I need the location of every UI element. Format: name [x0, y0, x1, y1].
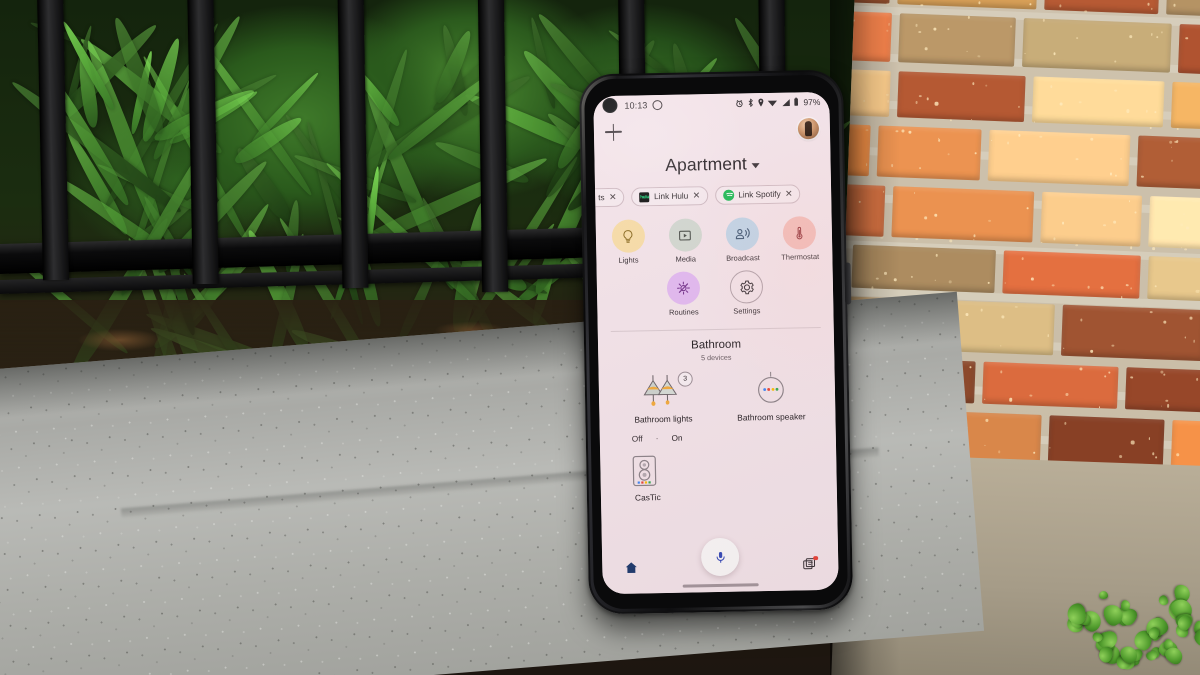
cellular-signal-icon	[782, 98, 790, 106]
quick-action-broadcast[interactable]: Broadcast	[718, 217, 767, 262]
media-play-icon	[679, 230, 692, 241]
routines-circle	[666, 271, 701, 306]
home-selector[interactable]: Apartment	[594, 152, 830, 178]
add-device-button[interactable]	[605, 123, 622, 140]
notification-dot	[813, 555, 818, 561]
suggestion-chip-row[interactable]: ts ✕ hulu Link Hulu ✕ Link Spotify ✕	[595, 184, 831, 208]
smart-speaker-round-icon	[754, 371, 789, 408]
battery-percent: 97%	[803, 96, 821, 107]
status-icons: 97%	[736, 96, 821, 108]
lights-circle	[611, 219, 645, 253]
device-castic[interactable]: CasTic	[600, 451, 837, 504]
quick-action-lights[interactable]: Lights	[604, 219, 653, 264]
nav-feed-button[interactable]	[802, 555, 818, 576]
device-label: CasTic	[634, 492, 661, 503]
broadcast-circle	[725, 217, 760, 251]
quick-action-label: Thermostat	[781, 251, 820, 262]
status-time: 10:13	[624, 99, 648, 111]
device-grid: 3 Bathroom lights Bathroom speaker	[599, 370, 836, 426]
bottom-area	[602, 537, 839, 595]
quick-actions-row-1: Lights Media Broadcast Thermostat	[604, 216, 825, 264]
toggle-separator: ·	[655, 433, 659, 444]
do-not-disturb-icon	[652, 99, 663, 110]
toggle-off-label[interactable]: Off	[632, 434, 643, 443]
device-bathroom-speaker[interactable]: Bathroom speaker	[717, 370, 826, 423]
quick-action-label: Settings	[733, 305, 761, 316]
gear-icon	[739, 280, 754, 295]
toggle-on-label[interactable]: On	[672, 433, 683, 442]
thermostat-circle	[782, 216, 817, 250]
broadcast-icon	[735, 228, 750, 240]
chip-link-spotify[interactable]: Link Spotify ✕	[715, 184, 801, 206]
avatar[interactable]	[797, 117, 820, 139]
media-circle	[668, 218, 703, 252]
battery-icon	[794, 97, 799, 106]
chip-link-hulu[interactable]: hulu Link Hulu ✕	[631, 185, 709, 207]
app-top-bar	[594, 111, 831, 150]
photo-scene: 10:13 97% Apartment ts ✕ hulu Link Hulu …	[0, 0, 1200, 675]
device-label: Bathroom speaker	[737, 411, 806, 423]
phone-screen: 10:13 97% Apartment ts ✕ hulu Link Hulu …	[593, 91, 839, 595]
quick-actions-row-2: Routines Settings	[605, 269, 826, 317]
bluetooth-icon	[748, 98, 753, 107]
quick-action-settings[interactable]: Settings	[721, 270, 772, 315]
thermostat-icon	[796, 226, 803, 240]
quick-action-routines[interactable]: Routines	[658, 271, 709, 317]
lightbulb-icon	[623, 229, 633, 243]
device-bathroom-lights[interactable]: 3 Bathroom lights	[609, 371, 718, 425]
pendant-lights-icon: 3	[640, 371, 693, 410]
gesture-navigation-bar[interactable]	[682, 583, 759, 588]
cast-speaker-glyph	[632, 455, 657, 487]
google-home-app: 10:13 97% Apartment ts ✕ hulu Link Hulu …	[593, 91, 839, 595]
front-camera-punchhole	[602, 97, 618, 114]
nav-home-button[interactable]	[624, 561, 638, 580]
chevron-down-icon	[751, 162, 760, 168]
settings-circle	[729, 270, 764, 304]
cast-speaker-icon	[629, 454, 660, 489]
room-device-count: 5 devices	[701, 352, 732, 363]
quick-action-label: Lights	[618, 254, 639, 265]
speaker-glyph	[758, 371, 784, 403]
section-divider	[610, 326, 821, 332]
home-icon	[625, 562, 637, 573]
quick-actions: Lights Media Broadcast Thermostat Routin…	[596, 216, 834, 318]
quick-action-media[interactable]: Media	[661, 218, 710, 263]
close-icon[interactable]: ✕	[693, 190, 701, 200]
close-icon[interactable]: ✕	[609, 192, 617, 202]
hulu-logo-icon: hulu	[639, 191, 650, 202]
device-label: Bathroom lights	[634, 413, 693, 425]
location-icon	[758, 98, 764, 107]
alarm-icon	[736, 99, 744, 107]
routines-icon	[676, 281, 690, 295]
room-header: Bathroom 5 devices	[598, 336, 834, 364]
close-icon[interactable]: ✕	[785, 189, 793, 199]
room-name: Bathroom	[691, 338, 742, 352]
bottom-navigation	[602, 555, 838, 581]
status-badge: 3	[677, 371, 693, 387]
chip-label: Link Hulu	[654, 191, 689, 202]
power-button[interactable]	[844, 262, 852, 305]
spotify-logo-icon	[723, 189, 734, 201]
quick-action-thermostat[interactable]: Thermostat	[775, 216, 824, 261]
light-power-toggle[interactable]: Off · On	[600, 430, 836, 445]
page-title: Apartment	[665, 153, 748, 175]
quick-action-label: Broadcast	[726, 252, 760, 263]
chip-label: Link Spotify	[738, 189, 781, 200]
wifi-icon	[768, 100, 778, 106]
smartphone: 10:13 97% Apartment ts ✕ hulu Link Hulu …	[578, 69, 854, 615]
quick-action-label: Media	[675, 253, 697, 264]
quick-action-label: Routines	[669, 307, 699, 317]
chip-truncated[interactable]: ts ✕	[595, 187, 625, 208]
chip-label: ts	[598, 193, 605, 203]
